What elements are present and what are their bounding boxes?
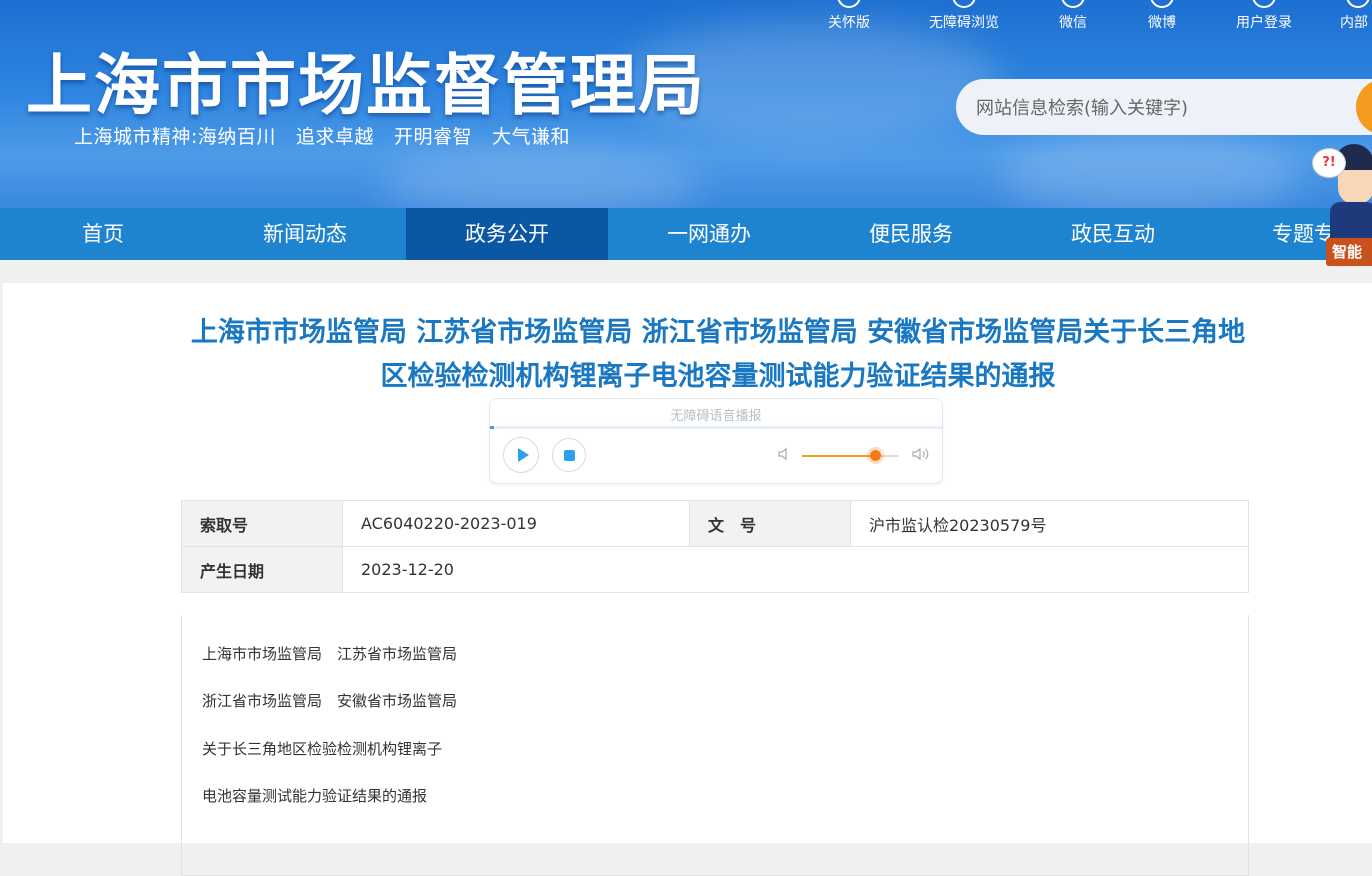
main-nav: 首页 新闻动态 政务公开 一网通办 便民服务 政民互动 专题专栏 — [0, 208, 1372, 260]
user-icon — [1252, 0, 1276, 8]
index-no-value: AC6040220-2023-019 — [342, 500, 690, 547]
top-link-internal[interactable]: 内部 — [1340, 0, 1372, 32]
body-paragraph: 浙江省市场监管局 安徽省市场监管局 — [202, 692, 458, 710]
header-cloud-decoration — [1000, 130, 1300, 208]
article-body: 上海市市场监管局 江苏省市场监管局 浙江省市场监管局 安徽省市场监管局 关于长三… — [181, 615, 1249, 876]
slogan-prefix: 上海城市精神: — [74, 126, 198, 148]
internal-icon — [1346, 0, 1370, 8]
nav-item-home[interactable]: 首页 — [2, 208, 204, 260]
volume-slider[interactable] — [802, 450, 899, 461]
date-value: 2023-12-20 — [342, 546, 1249, 593]
nav-item-one-stop-service[interactable]: 一网通办 — [608, 208, 810, 260]
weibo-icon — [1150, 0, 1174, 8]
document-meta-table: 索取号 AC6040220-2023-019 文 号 沪市监认检20230579… — [181, 500, 1249, 593]
top-link-user-login[interactable]: 用户登录 — [1232, 0, 1296, 32]
top-link-weibo[interactable]: 微博 — [1144, 0, 1180, 32]
top-link-care-version[interactable]: 关怀版 — [824, 0, 874, 32]
table-row: 索取号 AC6040220-2023-019 文 号 沪市监认检20230579… — [181, 500, 1249, 547]
header-cloud-decoration — [380, 150, 700, 208]
assistant-face — [1338, 170, 1372, 204]
body-paragraph: 电池容量测试能力验证结果的通报 — [202, 787, 428, 805]
accessibility-icon — [952, 0, 976, 8]
body-paragraph: 关于长三角地区检验检测机构锂离子 — [202, 740, 443, 758]
search-input[interactable] — [974, 79, 1358, 137]
assistant-label: 智能 — [1326, 238, 1372, 266]
player-label: 无障碍语音播报 — [670, 409, 762, 424]
top-link-label: 关怀版 — [828, 15, 870, 31]
nav-item-public-services[interactable]: 便民服务 — [810, 208, 1012, 260]
top-link-label: 无障碍浏览 — [929, 15, 999, 31]
doc-no-value: 沪市监认检20230579号 — [850, 500, 1249, 547]
site-header: 上海市市场监督管理局 上海城市精神:海纳百川 追求卓越 开明睿智 大气谦和 关怀版 无… — [0, 0, 1372, 208]
body-paragraph: 上海市市场监管局 江苏省市场监管局 — [202, 645, 458, 663]
index-no-label: 索取号 — [181, 500, 343, 547]
play-button[interactable] — [503, 437, 539, 473]
table-row: 产生日期 2023-12-20 — [181, 546, 1249, 593]
nav-item-interaction[interactable]: 政民互动 — [1012, 208, 1214, 260]
slogan-part: 大气谦和 — [491, 126, 570, 148]
top-link-label: 内部 — [1340, 15, 1368, 31]
volume-up-icon[interactable] — [911, 446, 931, 462]
assistant-body — [1330, 202, 1372, 242]
nav-item-government-affairs[interactable]: 政务公开 — [406, 208, 608, 260]
article-title: 上海市市场监管局 江苏省市场监管局 浙江省市场监管局 安徽省市场监管局关于长三角… — [190, 317, 1246, 392]
top-link-label: 用户登录 — [1236, 15, 1292, 31]
top-link-accessibility[interactable]: 无障碍浏览 — [922, 0, 1006, 32]
slogan-part: 海纳百川 — [197, 126, 276, 148]
wechat-icon — [1061, 0, 1085, 8]
top-link-wechat[interactable]: 微信 — [1055, 0, 1091, 32]
player-progress-bar[interactable] — [490, 426, 942, 429]
top-link-label: 微博 — [1148, 15, 1176, 31]
top-link-label: 微信 — [1059, 15, 1087, 31]
slogan-part: 开明睿智 — [393, 126, 472, 148]
stop-button[interactable] — [552, 438, 586, 472]
elderly-care-icon — [837, 0, 861, 8]
doc-no-label: 文 号 — [689, 500, 851, 547]
date-label: 产生日期 — [181, 546, 343, 593]
volume-slider-fill — [802, 455, 875, 457]
question-bubble-icon: ?! — [1312, 148, 1346, 178]
site-search — [956, 79, 1372, 137]
voice-broadcast-player: 无障碍语音播报 — [489, 398, 943, 484]
top-links-bar: 关怀版 无障碍浏览 微信 微博 用户登录 内部 — [0, 0, 1372, 40]
city-slogan: 上海城市精神:海纳百川 追求卓越 开明睿智 大气谦和 — [74, 122, 590, 149]
site-title[interactable]: 上海市市场监督管理局 — [26, 32, 706, 128]
smart-assistant-widget[interactable]: ?! 智能 — [1310, 140, 1372, 266]
slogan-part: 追求卓越 — [295, 126, 374, 148]
article-container: 上海市市场监管局 江苏省市场监管局 浙江省市场监管局 安徽省市场监管局关于长三角… — [3, 283, 1372, 876]
volume-down-icon[interactable] — [777, 446, 793, 462]
nav-item-news[interactable]: 新闻动态 — [204, 208, 406, 260]
volume-slider-knob[interactable] — [869, 450, 881, 461]
